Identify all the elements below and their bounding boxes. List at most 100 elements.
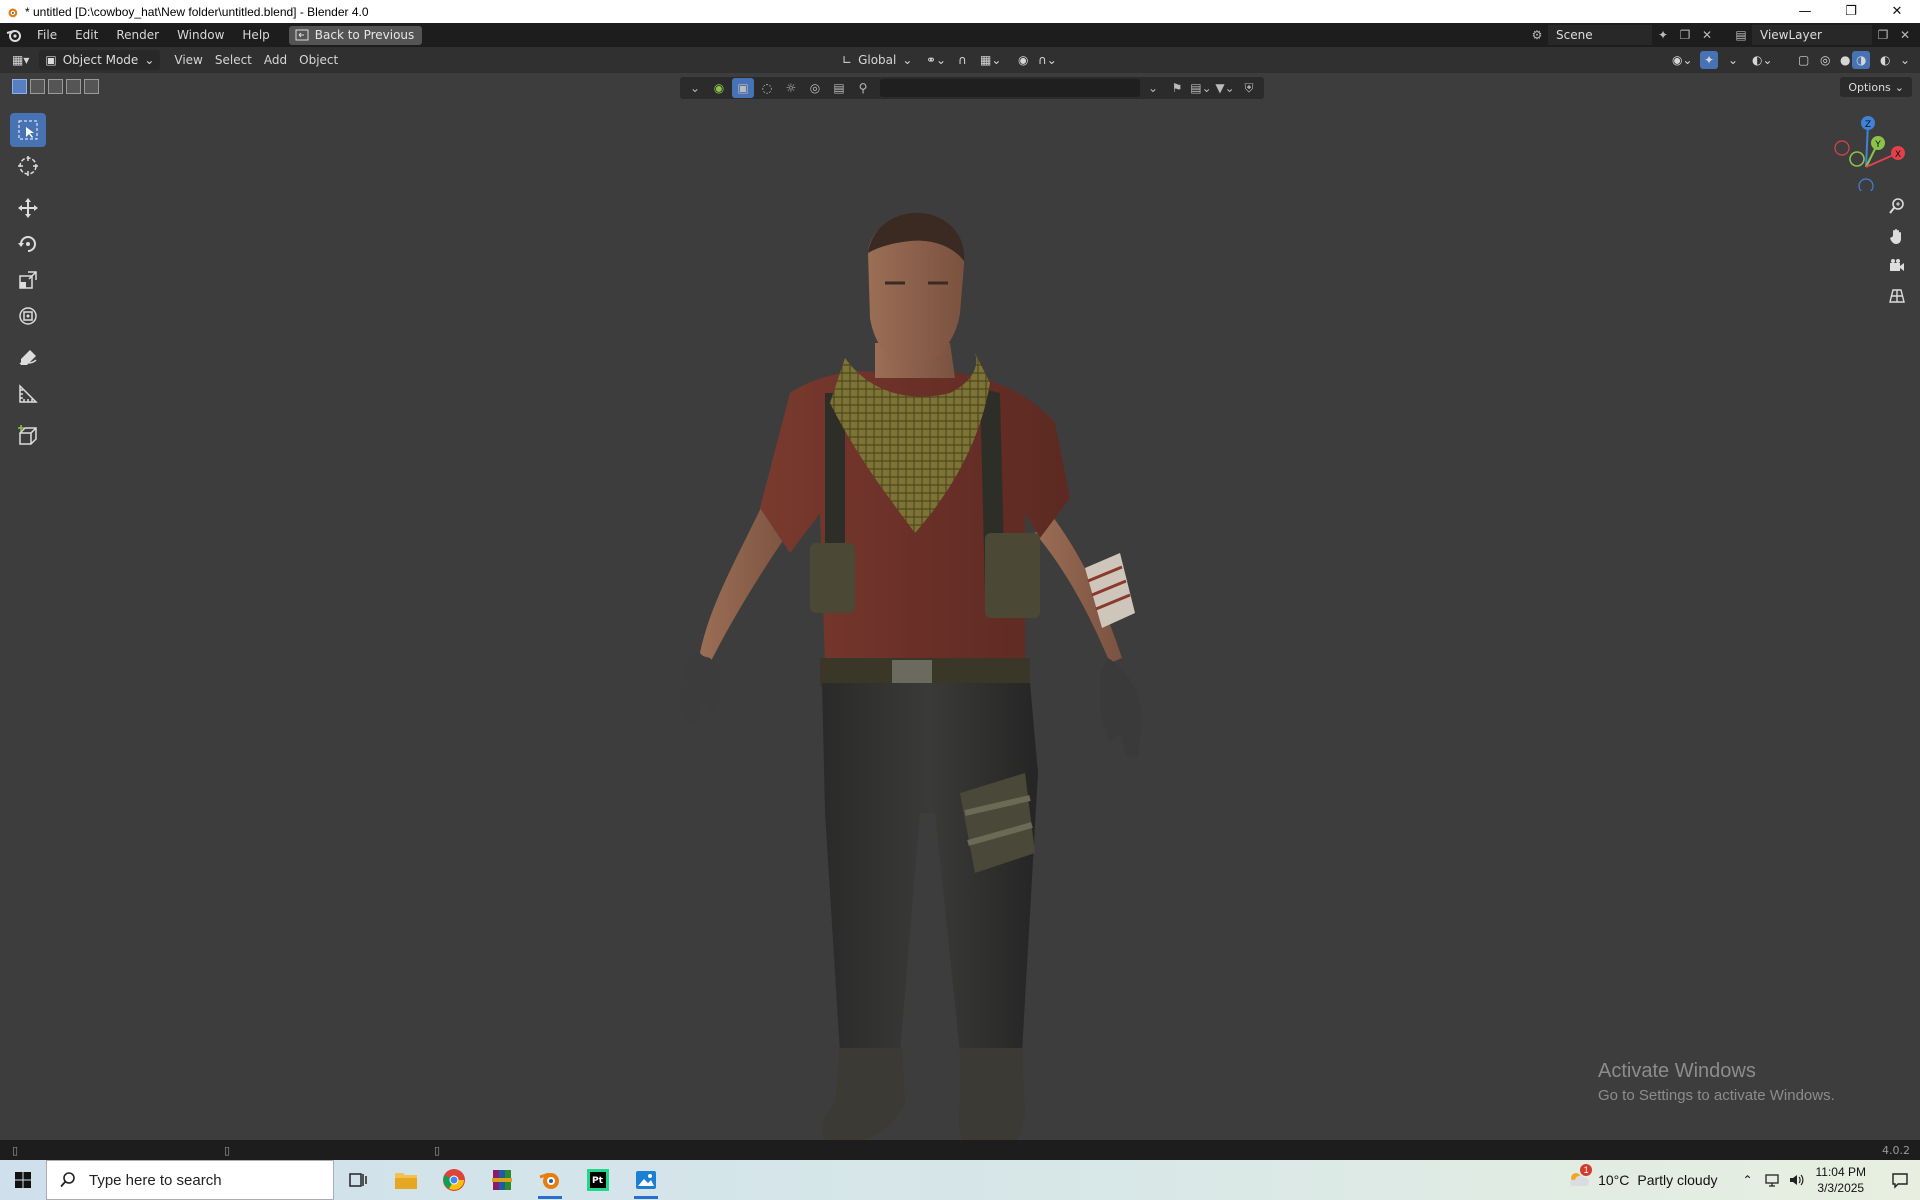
weather-temp: 10°C: [1598, 1172, 1630, 1188]
winrar-icon[interactable]: [478, 1160, 526, 1200]
menu-edit[interactable]: Edit: [66, 28, 107, 42]
x-axis-label: X: [1895, 150, 1901, 160]
add-cube-tool[interactable]: [10, 419, 46, 453]
menu-help[interactable]: Help: [233, 28, 278, 42]
view-layer-icon[interactable]: ▤: [1730, 25, 1752, 45]
select-extend-icon[interactable]: [30, 79, 45, 94]
move-icon: [18, 198, 38, 218]
volume-icon[interactable]: [1784, 1160, 1808, 1200]
scene-selector-area: ⚙ Scene ✦ ❐ ✕ ▤ ViewLayer ❐ ✕: [1526, 25, 1916, 45]
scene-icon[interactable]: ⚙: [1526, 25, 1548, 45]
cursor-tool[interactable]: [10, 149, 46, 183]
menu-file[interactable]: File: [28, 28, 66, 42]
scale-tool[interactable]: [10, 263, 46, 297]
display-mode-icon[interactable]: ▤⌄: [1190, 78, 1212, 98]
camera-view-icon[interactable]: [1882, 251, 1912, 281]
snap-icon[interactable]: ∩: [952, 49, 973, 71]
scene-name-field[interactable]: Scene: [1548, 25, 1652, 45]
network-icon[interactable]: [1760, 1160, 1784, 1200]
pivot-point-icon[interactable]: ⚭⌄: [920, 49, 952, 71]
object-filter-icon[interactable]: ▣: [732, 78, 754, 98]
neg-x-axis-icon[interactable]: [1834, 140, 1850, 156]
xray-icon[interactable]: ▢: [1792, 49, 1815, 71]
menu-object[interactable]: Object: [293, 49, 344, 71]
select-invert-icon[interactable]: [66, 79, 81, 94]
mesh-filter-icon[interactable]: ◌: [756, 78, 778, 98]
camera-filter-icon[interactable]: ▤: [828, 78, 850, 98]
menu-add[interactable]: Add: [258, 49, 293, 71]
menu-render[interactable]: Render: [107, 28, 168, 42]
editor-type-icon[interactable]: ▦▾: [6, 49, 35, 71]
character-model-image[interactable]: [630, 153, 1200, 1193]
start-button[interactable]: [0, 1160, 46, 1200]
match-case-icon[interactable]: ⌄: [1142, 78, 1164, 98]
options-dropdown[interactable]: Options ⌄: [1840, 77, 1912, 97]
shading-dropdown-icon[interactable]: ⌄: [1894, 49, 1916, 71]
new-view-layer-icon[interactable]: ❐: [1872, 25, 1894, 45]
snap-target-icon[interactable]: ▦⌄: [974, 49, 1007, 71]
photos-icon[interactable]: [622, 1160, 670, 1200]
pycharm-icon[interactable]: Pt: [574, 1160, 622, 1200]
file-explorer-icon[interactable]: [382, 1160, 430, 1200]
menu-view[interactable]: View: [168, 49, 208, 71]
gizmo-dropdown-icon[interactable]: ⌄: [1722, 49, 1744, 71]
material-preview-icon[interactable]: ◑: [1852, 51, 1871, 69]
3d-viewport[interactable]: ⌄ ◉ ▣ ◌ ☼ ◎ ▤ ⚲ ⌄ ⚑ ▤⌄ ▼⌄ ⛨ Options ⌄ Z …: [0, 73, 1920, 1164]
taskbar-search-input[interactable]: Type here to search: [46, 1160, 334, 1200]
shield-icon[interactable]: ⛨: [1238, 78, 1260, 98]
bookmark-icon[interactable]: ⚑: [1166, 78, 1188, 98]
chrome-icon[interactable]: [430, 1160, 478, 1200]
chevron-down-icon[interactable]: ⌄: [684, 78, 706, 98]
restore-button[interactable]: ❐: [1828, 0, 1874, 23]
overlay-icon[interactable]: ◐⌄: [1746, 49, 1779, 71]
mouse-middle-icon: ▯: [224, 1143, 231, 1157]
task-view-icon[interactable]: [334, 1160, 382, 1200]
clock-time: 11:04 PM: [1815, 1165, 1866, 1179]
pin-icon[interactable]: ✦: [1652, 25, 1674, 45]
measure-tool[interactable]: [10, 377, 46, 411]
rotate-tool[interactable]: [10, 227, 46, 261]
chevron-up-icon[interactable]: ⌃: [1736, 1160, 1760, 1200]
select-new-icon[interactable]: [12, 79, 27, 94]
move-tool[interactable]: [10, 191, 46, 225]
select-intersect-icon[interactable]: [84, 79, 99, 94]
navigation-gizmo[interactable]: Z Y X: [1826, 111, 1906, 194]
transform-tool[interactable]: [10, 299, 46, 333]
delete-view-layer-icon[interactable]: ✕: [1894, 25, 1916, 45]
close-button[interactable]: ✕: [1874, 0, 1920, 23]
filter-icon[interactable]: ▼⌄: [1214, 78, 1236, 98]
chevron-down-icon: ⌄: [902, 53, 913, 67]
blender-taskbar-icon[interactable]: [526, 1160, 574, 1200]
new-scene-icon[interactable]: ❐: [1674, 25, 1696, 45]
zoom-icon[interactable]: [1882, 191, 1912, 221]
view-layer-field[interactable]: ViewLayer: [1752, 25, 1872, 45]
neg-z-axis-icon[interactable]: [1858, 178, 1874, 194]
light-filter-icon[interactable]: ☼: [780, 78, 802, 98]
menu-window[interactable]: Window: [168, 28, 233, 42]
scene-data-icon[interactable]: ◉: [708, 78, 730, 98]
select-box-tool[interactable]: [10, 113, 46, 147]
object-mode-dropdown[interactable]: ▣ Object Mode ⌄: [39, 50, 161, 70]
filter-search-input[interactable]: [880, 79, 1140, 97]
activate-windows-watermark: Activate Windows Go to Settings to activ…: [1598, 1060, 1835, 1104]
delete-scene-icon[interactable]: ✕: [1696, 25, 1718, 45]
weather-widget[interactable]: 1 10°C Partly cloudy: [1566, 1163, 1718, 1193]
back-to-previous-button[interactable]: Back to Previous: [288, 25, 423, 45]
minimize-button[interactable]: —: [1782, 0, 1828, 23]
menu-select[interactable]: Select: [209, 49, 258, 71]
world-filter-icon[interactable]: ◎: [804, 78, 826, 98]
perspective-grid-icon[interactable]: [1882, 281, 1912, 311]
blender-logo-icon[interactable]: [0, 27, 28, 43]
pan-hand-icon[interactable]: [1882, 221, 1912, 251]
taskbar-clock[interactable]: 11:04 PM 3/3/2025: [1816, 1164, 1866, 1196]
neg-y-axis-icon[interactable]: [1849, 151, 1865, 167]
select-subtract-icon[interactable]: [48, 79, 63, 94]
notification-center-icon[interactable]: [1880, 1160, 1920, 1200]
gizmo-toggle-icon[interactable]: ✦: [1700, 51, 1719, 69]
visibility-icon[interactable]: ◉⌄: [1666, 49, 1699, 71]
select-box-icon: [18, 120, 38, 140]
tool-shelf: [10, 113, 46, 455]
transform-orientation-dropdown[interactable]: ∟ Global ⌄: [836, 49, 918, 71]
annotate-tool[interactable]: [10, 341, 46, 375]
falloff-icon[interactable]: ∩⌄: [1032, 49, 1063, 71]
